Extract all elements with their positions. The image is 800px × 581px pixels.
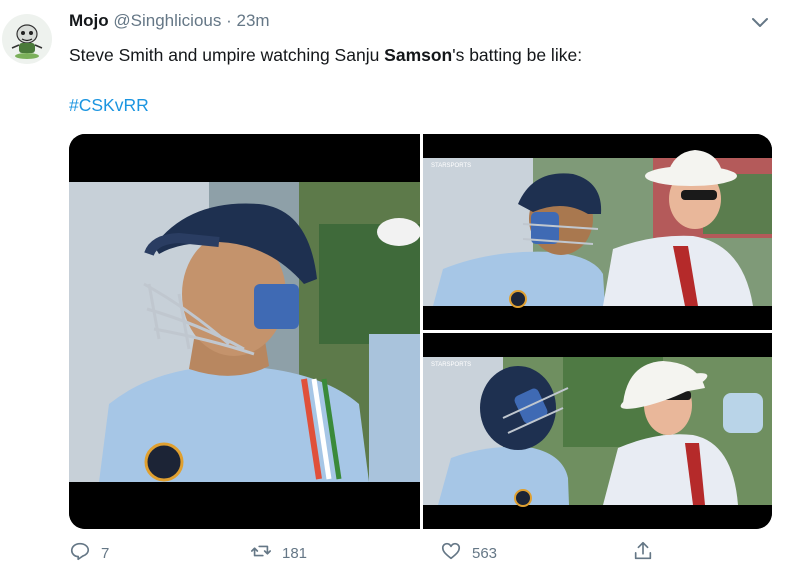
avatar[interactable]: [2, 14, 52, 64]
batsman-and-umpire-image-2[interactable]: STARSPORTS: [423, 333, 772, 529]
tweet-header: Mojo @Singhlicious · 23m: [69, 11, 270, 31]
tweet-text-start: Steve Smith and umpire watching Sanju: [69, 45, 385, 65]
watermark-text: STARSPORTS: [431, 362, 471, 368]
media-grid: STARSPORTS STARSPORTS: [69, 134, 772, 529]
retweet-button[interactable]: 181: [250, 540, 307, 566]
like-button[interactable]: 563: [440, 540, 497, 566]
retweet-icon: [250, 540, 272, 566]
watermark-text: STARSPORTS: [431, 163, 471, 169]
reply-button[interactable]: 7: [69, 540, 109, 566]
user-handle[interactable]: @Singhlicious: [113, 11, 221, 30]
display-name[interactable]: Mojo: [69, 11, 109, 30]
like-count: 563: [472, 544, 498, 562]
retweet-count: 181: [282, 544, 308, 562]
reply-count: 7: [101, 544, 110, 562]
hashtag-link[interactable]: #CSKvRR: [69, 95, 149, 116]
share-icon: [632, 540, 654, 566]
share-button[interactable]: [632, 540, 654, 566]
heart-icon: [440, 540, 462, 566]
tweet-text-end: 's batting be like:: [452, 45, 583, 65]
batsman-closeup-image[interactable]: [69, 134, 420, 529]
reply-icon: [69, 540, 91, 566]
tweet: Mojo @Singhlicious · 23m Steve Smith and…: [0, 0, 800, 581]
timestamp[interactable]: 23m: [237, 11, 270, 30]
chevron-down-icon[interactable]: [748, 10, 772, 34]
tweet-text-bold: Samson: [384, 45, 453, 65]
batsman-and-umpire-image-1[interactable]: STARSPORTS: [423, 134, 772, 330]
separator: ·: [226, 11, 232, 30]
tweet-actions: 7 181 563: [69, 540, 709, 570]
tweet-text: Steve Smith and umpire watching Sanju Sa…: [69, 43, 582, 67]
